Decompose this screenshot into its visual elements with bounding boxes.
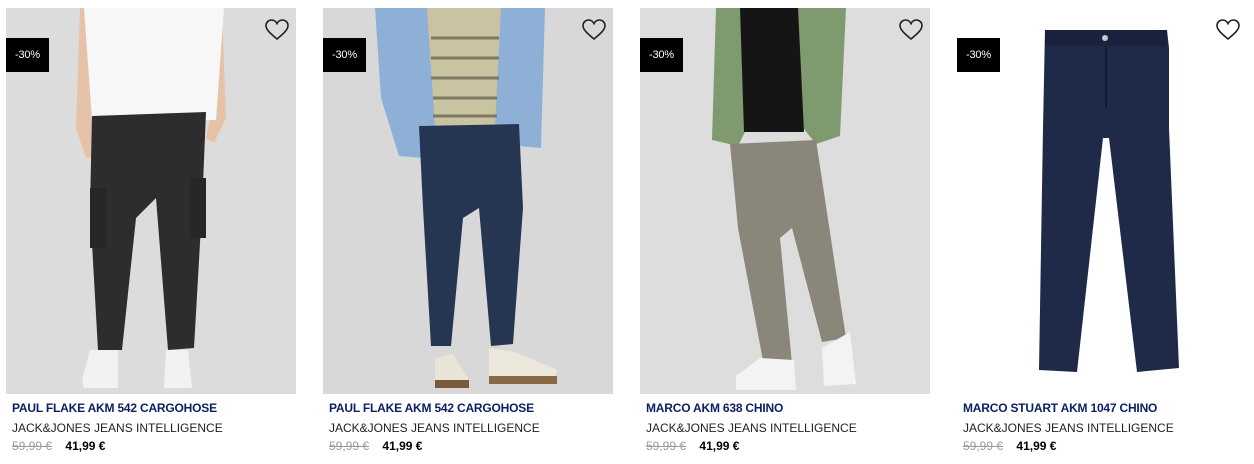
heart-outline-icon[interactable] [264, 18, 290, 42]
sale-price: 41,99 € [382, 439, 423, 453]
old-price: 59,99 € [963, 439, 1004, 453]
product-brand: JACK&JONES JEANS INTELLIGENCE [646, 421, 857, 435]
price-row: 59,99 € 41,99 € [329, 439, 422, 453]
product-name[interactable]: PAUL FLAKE AKM 542 CARGOHOSE [12, 401, 217, 415]
heart-outline-icon[interactable] [581, 18, 607, 42]
discount-badge: -30% [957, 38, 1000, 72]
old-price: 59,99 € [12, 439, 53, 453]
heart-outline-icon[interactable] [1215, 18, 1241, 42]
product-card[interactable]: -30% MARCO AKM 638 CHINO JACK&JONES JEAN… [640, 8, 931, 460]
discount-badge: -30% [640, 38, 683, 72]
product-name[interactable]: PAUL FLAKE AKM 542 CARGOHOSE [329, 401, 534, 415]
product-brand: JACK&JONES JEANS INTELLIGENCE [329, 421, 540, 435]
old-price: 59,99 € [329, 439, 370, 453]
product-card[interactable]: -30% PAUL FLAKE AKM 542 CARGOHOSE JACK&J… [6, 8, 297, 460]
sale-price: 41,99 € [1016, 439, 1057, 453]
heart-outline-icon[interactable] [898, 18, 924, 42]
price-row: 59,99 € 41,99 € [646, 439, 739, 453]
product-name[interactable]: MARCO STUART AKM 1047 CHINO [963, 401, 1157, 415]
product-brand: JACK&JONES JEANS INTELLIGENCE [963, 421, 1174, 435]
product-image[interactable]: -30% [323, 8, 613, 394]
product-card[interactable]: -30% PAUL FLAKE AKM 542 CARGOHOSE JACK&J… [323, 8, 614, 460]
product-image[interactable]: -30% [957, 8, 1247, 394]
price-row: 59,99 € 41,99 € [12, 439, 105, 453]
product-image[interactable]: -30% [6, 8, 296, 394]
sale-price: 41,99 € [699, 439, 740, 453]
product-brand: JACK&JONES JEANS INTELLIGENCE [12, 421, 223, 435]
product-name[interactable]: MARCO AKM 638 CHINO [646, 401, 783, 415]
price-row: 59,99 € 41,99 € [963, 439, 1056, 453]
old-price: 59,99 € [646, 439, 687, 453]
discount-badge: -30% [6, 38, 49, 72]
product-image[interactable]: -30% [640, 8, 930, 394]
product-card[interactable]: -30% MARCO STUART AKM 1047 CHINO JACK&JO… [957, 8, 1248, 460]
sale-price: 41,99 € [65, 439, 106, 453]
discount-badge: -30% [323, 38, 366, 72]
